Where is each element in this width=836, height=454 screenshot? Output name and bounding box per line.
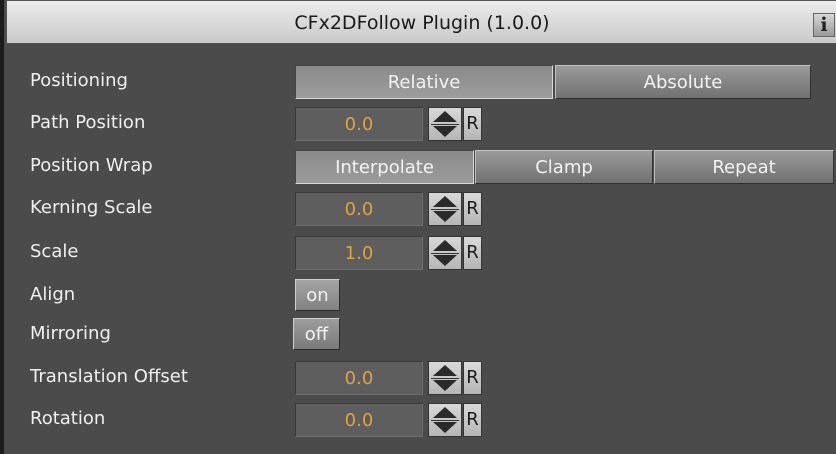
panel-title: CFx2DFollow Plugin (1.0.0) (294, 12, 550, 34)
spin-down-icon[interactable] (433, 380, 457, 391)
path-position-input[interactable]: 0.0 (295, 107, 423, 141)
position-wrap-interpolate-button[interactable]: Interpolate (295, 150, 474, 184)
spin-down-icon[interactable] (433, 422, 457, 433)
mirroring-toggle[interactable]: off (293, 318, 340, 350)
translation-offset-label: Translation Offset (30, 366, 188, 387)
positioning-relative-button[interactable]: Relative (295, 65, 553, 99)
positioning-absolute-button[interactable]: Absolute (555, 65, 811, 99)
position-wrap-repeat-button[interactable]: Repeat (654, 150, 834, 184)
path-position-label: Path Position (30, 112, 146, 133)
spin-up-icon[interactable] (433, 196, 457, 207)
kerning-scale-stepper[interactable] (428, 192, 462, 226)
kerning-scale-reset-button[interactable]: R (463, 192, 482, 226)
position-wrap-clamp-button[interactable]: Clamp (475, 150, 653, 184)
scale-input[interactable]: 1.0 (295, 236, 423, 270)
scale-label: Scale (30, 241, 79, 262)
spin-up-icon[interactable] (433, 365, 457, 376)
spin-divider (431, 420, 459, 421)
info-icon[interactable]: i (813, 13, 835, 37)
path-position-reset-button[interactable]: R (463, 107, 482, 141)
positioning-label: Positioning (30, 70, 128, 91)
spin-divider (431, 378, 459, 379)
rotation-label: Rotation (30, 408, 106, 429)
spin-down-icon[interactable] (433, 211, 457, 222)
align-label: Align (30, 284, 76, 305)
mirroring-label: Mirroring (30, 323, 111, 344)
spin-down-icon[interactable] (433, 255, 457, 266)
spin-up-icon[interactable] (433, 240, 457, 251)
translation-offset-reset-button[interactable]: R (463, 361, 482, 395)
path-position-stepper[interactable] (428, 107, 462, 141)
spin-divider (431, 124, 459, 125)
spin-down-icon[interactable] (433, 126, 457, 137)
scale-stepper[interactable] (428, 236, 462, 270)
panel-titlebar: CFx2DFollow Plugin (1.0.0) i (6, 0, 836, 44)
translation-offset-stepper[interactable] (428, 361, 462, 395)
spin-up-icon[interactable] (433, 407, 457, 418)
position-wrap-label: Position Wrap (30, 155, 153, 176)
plugin-panel: CFx2DFollow Plugin (1.0.0) i Positioning… (0, 0, 836, 454)
rotation-reset-button[interactable]: R (463, 403, 482, 437)
scale-reset-button[interactable]: R (463, 236, 482, 270)
rotation-input[interactable]: 0.0 (295, 403, 423, 437)
align-toggle[interactable]: on (295, 279, 340, 311)
spin-up-icon[interactable] (433, 111, 457, 122)
spin-divider (431, 253, 459, 254)
spin-divider (431, 209, 459, 210)
kerning-scale-label: Kerning Scale (30, 197, 153, 218)
kerning-scale-input[interactable]: 0.0 (295, 192, 423, 226)
translation-offset-input[interactable]: 0.0 (295, 361, 423, 395)
rotation-stepper[interactable] (428, 403, 462, 437)
